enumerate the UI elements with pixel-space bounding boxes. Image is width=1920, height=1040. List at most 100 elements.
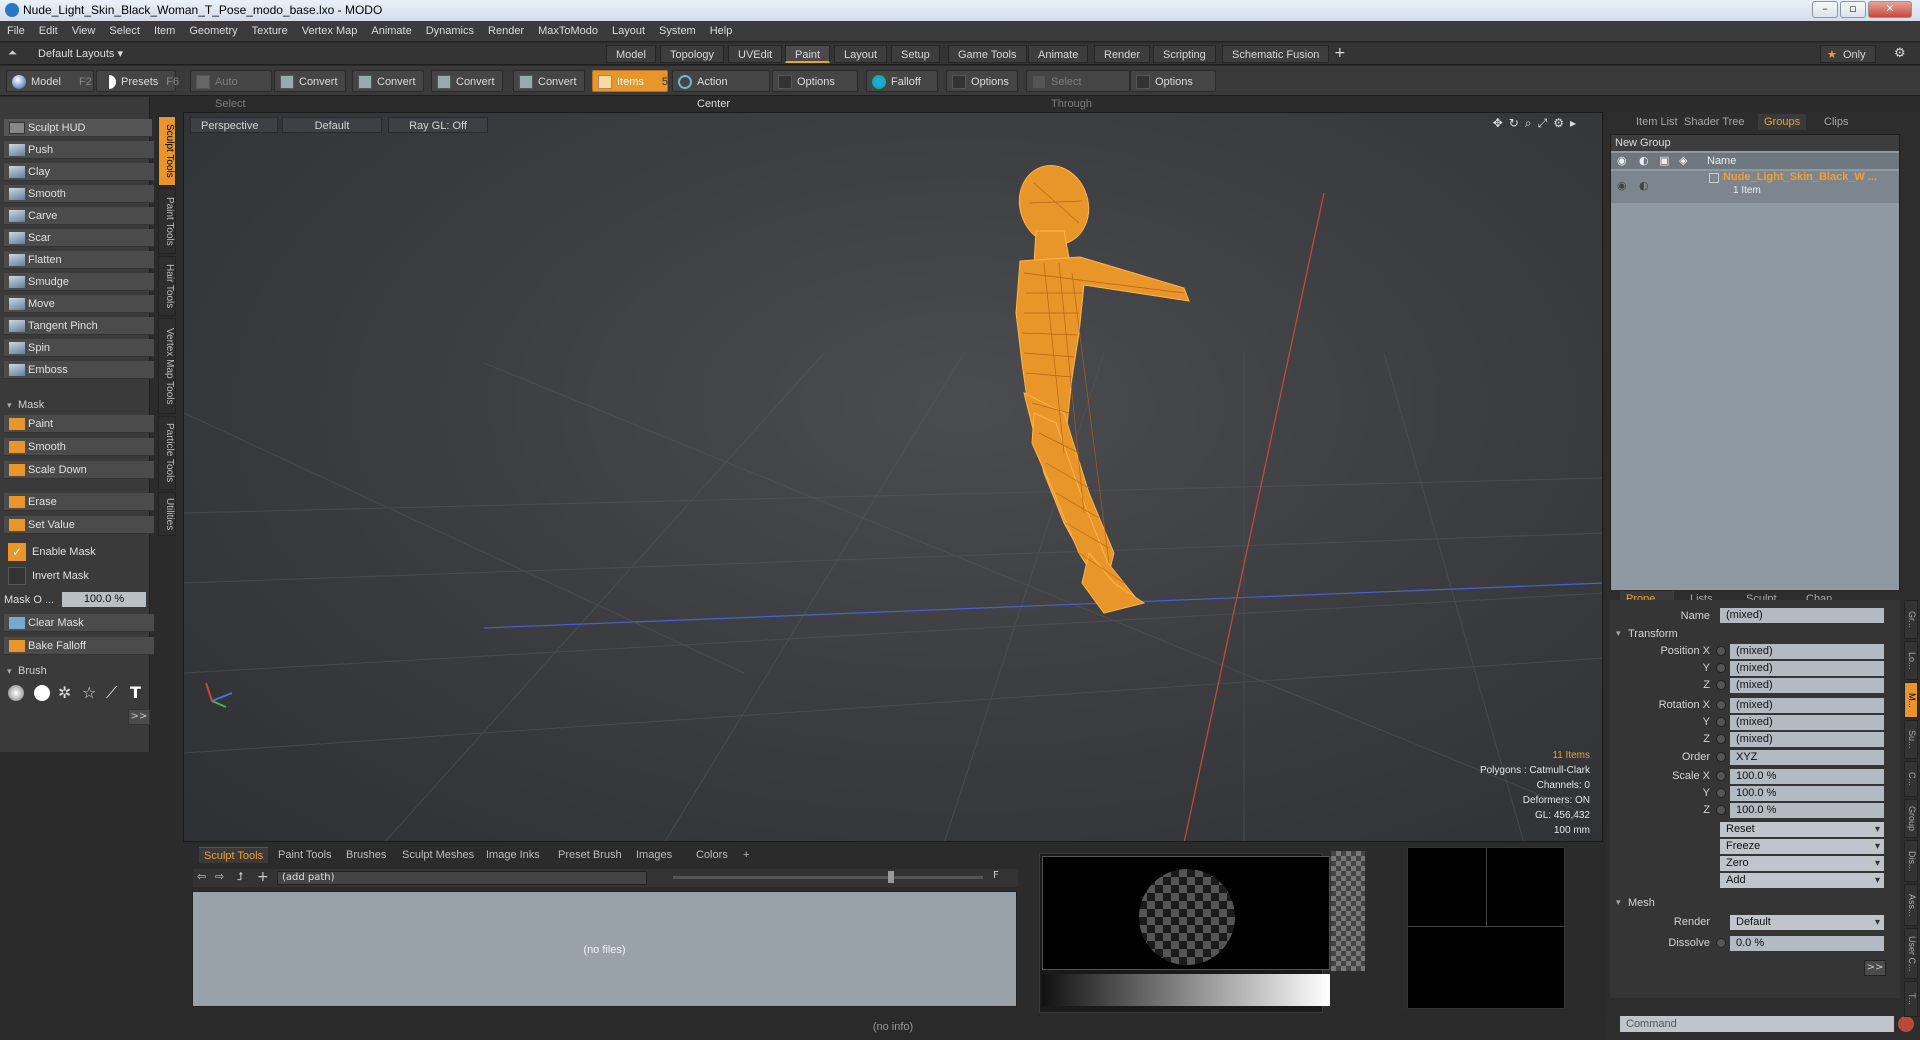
keyframe-dot[interactable] [1716, 734, 1726, 744]
menu-select[interactable]: Select [102, 21, 147, 42]
menu-texture[interactable]: Texture [245, 21, 295, 42]
tab-uvedit[interactable]: UVEdit [728, 45, 783, 63]
tab-layout[interactable]: Layout [834, 45, 888, 63]
side-tab-3[interactable]: Su... [1904, 720, 1918, 759]
menu-maxtomodo[interactable]: MaxToModo [531, 21, 605, 42]
rotation-x-field[interactable]: (mixed) [1730, 698, 1884, 713]
btab-colors[interactable]: Colors [691, 847, 733, 863]
tab-game-tools[interactable]: Game Tools [948, 45, 1027, 63]
btab-sculpt-tools[interactable]: Sculpt Tools [199, 847, 269, 863]
keyframe-dot[interactable] [1716, 788, 1726, 798]
mask-opacity-field[interactable]: 100.0 % [62, 592, 146, 607]
more-button[interactable]: >> [128, 709, 150, 725]
splatter-brush-icon[interactable]: ✲ [58, 683, 71, 702]
enable-mask-checkbox[interactable]: ✓ Enable Mask [4, 543, 150, 563]
close-button[interactable]: ✕ [1868, 1, 1912, 18]
tool-tangent-pinch-button[interactable]: Tangent Pinch [4, 317, 154, 335]
side-tab-0[interactable]: Gr... [1904, 600, 1918, 639]
tab-groups[interactable]: Groups [1758, 114, 1807, 130]
thumbnail-size-slider[interactable] [673, 871, 983, 883]
tab-shader-tree[interactable]: Shader Tree [1678, 114, 1751, 130]
scale-z-field[interactable]: 100.0 % [1730, 803, 1884, 818]
freeze-dropdown[interactable]: Freeze [1720, 839, 1884, 854]
action-center-options-button[interactable]: Options [772, 70, 858, 92]
side-tab-8[interactable]: User C... [1904, 928, 1918, 979]
perspective-view-button[interactable]: Perspective [190, 117, 278, 133]
tool-scar-button[interactable]: Scar [4, 229, 154, 247]
3d-viewport[interactable]: Perspective Default Ray GL: Off ✥↻⌕⤢⚙▸ 1… [183, 112, 1603, 842]
more-button[interactable]: >> [1864, 960, 1886, 976]
menu-file[interactable]: File [0, 21, 32, 42]
tab-paint[interactable]: Paint [785, 45, 831, 63]
sculpt-hud-button[interactable]: Sculpt HUD [4, 119, 152, 137]
add-dropdown[interactable]: Add [1720, 873, 1884, 888]
menu-vertex-map[interactable]: Vertex Map [295, 21, 365, 42]
new-group-button[interactable]: New Group [1611, 135, 1899, 151]
default-layouts-dropdown[interactable]: Default Layouts ▾ [38, 47, 123, 60]
add-tab-button[interactable]: + [1334, 45, 1346, 61]
rotation-z-field[interactable]: (mixed) [1730, 732, 1884, 747]
forward-arrow-icon[interactable]: ⇨ [215, 870, 224, 883]
tab-render[interactable]: Render [1094, 45, 1151, 63]
position-x-field[interactable]: (mixed) [1730, 644, 1884, 659]
tab-setup[interactable]: Setup [891, 45, 940, 63]
viewport-style-button[interactable]: Default [282, 117, 382, 133]
bake-falloff-button[interactable]: Bake Falloff [4, 637, 154, 655]
back-arrow-icon[interactable]: ⇦ [197, 870, 206, 883]
gear-icon[interactable]: ⚙ [1894, 46, 1906, 61]
vtab-sculpt-tools[interactable]: Sculpt Tools [158, 116, 176, 186]
keyframe-dot[interactable] [1716, 717, 1726, 727]
erase-button[interactable]: Erase [4, 493, 154, 511]
tab-scripting[interactable]: Scripting [1153, 45, 1216, 63]
side-tab-1[interactable]: Lo... [1904, 641, 1918, 680]
menu-edit[interactable]: Edit [32, 21, 65, 42]
side-tab-2[interactable]: M... [1904, 682, 1918, 718]
side-tab-9[interactable]: T... [1904, 981, 1918, 1017]
menu-system[interactable]: System [652, 21, 703, 42]
vtab-hair-tools[interactable]: Hair Tools [158, 256, 176, 316]
hard-brush-icon[interactable] [34, 685, 50, 701]
scale-x-field[interactable]: 100.0 % [1730, 769, 1884, 784]
render-dropdown[interactable]: Default [1730, 915, 1884, 930]
convert-vertices-button[interactable]: Convert [274, 70, 346, 92]
soft-brush-icon[interactable] [8, 685, 24, 701]
mesh-section[interactable]: Mesh [1616, 897, 1655, 909]
tab-topology[interactable]: Topology [660, 45, 725, 63]
menu-help[interactable]: Help [703, 21, 740, 42]
tool-push-button[interactable]: Push [4, 141, 154, 159]
vtab-particle-tools[interactable]: Particle Tools [158, 416, 176, 490]
tool-carve-button[interactable]: Carve [4, 207, 154, 225]
text-brush-icon[interactable]: T [130, 683, 141, 702]
select-icon[interactable]: ◈ [1679, 153, 1687, 169]
up-dir-icon[interactable]: ⮥ [237, 870, 244, 884]
side-tab-7[interactable]: Ass... [1904, 884, 1918, 926]
action-center-button[interactable]: Action Center [672, 70, 770, 110]
set-value-button[interactable]: Set Value [4, 516, 154, 534]
presets-button[interactable]: Presets F6 [96, 70, 179, 92]
btab-add[interactable]: + [738, 847, 754, 863]
rotate-icon[interactable]: ↻ [1509, 116, 1525, 130]
invert-mask-checkbox[interactable]: Invert Mask [4, 567, 150, 587]
render-icon[interactable]: ◐ [1639, 153, 1649, 169]
command-input[interactable]: Command [1620, 1016, 1894, 1032]
transform-section[interactable]: Transform [1616, 628, 1678, 640]
position-y-field[interactable]: (mixed) [1730, 661, 1884, 676]
add-dir-icon[interactable]: + [257, 869, 269, 885]
wireframe-figure[interactable] [1009, 156, 1190, 614]
zero-dropdown[interactable]: Zero [1720, 856, 1884, 871]
keyframe-dot[interactable] [1716, 752, 1726, 762]
tool-spin-button[interactable]: Spin [4, 339, 154, 357]
position-z-field[interactable]: (mixed) [1730, 678, 1884, 693]
mask-smooth-button[interactable]: Smooth [4, 438, 154, 456]
menu-view[interactable]: View [65, 21, 103, 42]
group-name[interactable]: Nude_Light_Skin_Black_W ... [1723, 171, 1877, 183]
order-dropdown[interactable]: XYZ [1730, 750, 1884, 765]
menu-animate[interactable]: Animate [364, 21, 418, 42]
tab-item-list[interactable]: Item List [1630, 114, 1684, 130]
name-column-header[interactable]: Name [1707, 153, 1736, 169]
btab-preset-brush[interactable]: Preset Brush [553, 847, 627, 863]
btab-image-inks[interactable]: Image Inks [481, 847, 545, 863]
tool-move-button[interactable]: Move [4, 295, 154, 313]
tool-emboss-button[interactable]: Emboss [4, 361, 154, 379]
falloff-options-button[interactable]: Options [946, 70, 1018, 92]
